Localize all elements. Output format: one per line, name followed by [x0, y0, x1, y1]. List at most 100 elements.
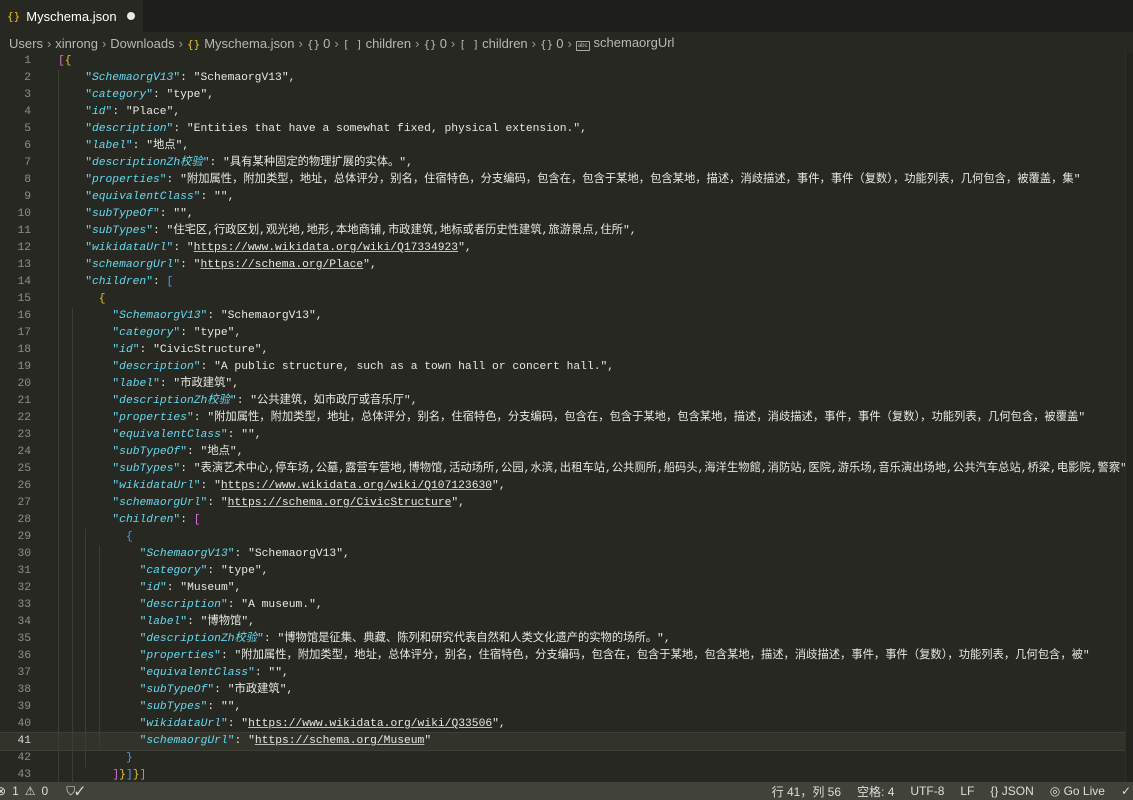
- code-line[interactable]: 8 "properties": "附加属性，附加类型，地址，总体评分，别名，住宿特…: [0, 172, 1126, 189]
- code-line[interactable]: 27 "schemaorgUrl": "https://schema.org/Ci…: [0, 495, 1126, 512]
- code-line[interactable]: 16 "SchemaorgV13": "SchemaorgV13",: [0, 308, 1126, 325]
- breadcrumb-item[interactable]: [ ] children: [459, 36, 527, 51]
- url-link[interactable]: https://schema.org/CivicStructure: [228, 497, 452, 509]
- punctuation: :: [159, 378, 174, 390]
- punctuation: :: [159, 208, 174, 220]
- cursor-position[interactable]: 行 41，列 56: [772, 783, 841, 800]
- code-line[interactable]: 14 "children": [: [0, 274, 1126, 291]
- punctuation: ": [85, 259, 92, 271]
- tab-bar: {} Myschema.json: [0, 0, 1133, 32]
- code-line[interactable]: 21 "descriptionZh校验": "公共建筑，如市政厅或音乐厅",: [0, 393, 1126, 410]
- code-line[interactable]: 38 "subTypeOf": "市政建筑",: [0, 682, 1126, 699]
- code-line[interactable]: 23 "equivalentClass": "",: [0, 427, 1126, 444]
- indent-guide: [58, 155, 59, 172]
- go-live-button[interactable]: ◎ Go Live: [1050, 784, 1105, 798]
- code-line[interactable]: 10 "subTypeOf": "",: [0, 206, 1126, 223]
- indent-guide: [98, 648, 100, 665]
- breadcrumb-item[interactable]: abc schemaorgUrl: [575, 35, 674, 51]
- code-line[interactable]: 19 "description": "A public structure, su…: [0, 359, 1126, 376]
- url-link[interactable]: https://schema.org/Museum: [255, 735, 424, 747]
- code-line[interactable]: 35 "descriptionZh校验": "博物馆是征集、典藏、陈列和研究代表自…: [0, 631, 1126, 648]
- line-number: 4: [24, 106, 31, 118]
- code-line[interactable]: 34 "label": "博物馆",: [0, 614, 1126, 631]
- code-editor[interactable]: 1[{2 "SchemaorgV13": "SchemaorgV13", 3 "cat…: [0, 53, 1126, 782]
- code-line[interactable]: 39 "subTypes": "",: [0, 699, 1126, 716]
- url-link[interactable]: https://www.wikidata.org/wiki/Q33506: [248, 718, 492, 730]
- error-count[interactable]: 1: [12, 784, 19, 798]
- json-key: id: [146, 582, 160, 594]
- code-line[interactable]: 31 "category": "type",: [0, 563, 1126, 580]
- vertical-scrollbar[interactable]: [1125, 53, 1133, 782]
- go-live-label: Go Live: [1063, 784, 1105, 798]
- code-line[interactable]: 15 {: [0, 291, 1126, 308]
- breadcrumb-item[interactable]: {} 0: [423, 36, 446, 51]
- code-line[interactable]: 32 "id": "Museum",: [0, 580, 1126, 597]
- shield-check-icon[interactable]: ⛉✓: [66, 784, 84, 799]
- json-string-value: 住宅区,行政区划,观光地,地形,本地商铺,市政建筑,地标或者历史性建筑,旅游景点…: [173, 225, 623, 237]
- error-icon[interactable]: ⊗: [0, 784, 6, 798]
- code-line[interactable]: 11 "subTypes": "住宅区,行政区划,观光地,地形,本地商铺,市政建筑…: [0, 223, 1126, 240]
- indent-guide: [58, 172, 59, 189]
- code-line[interactable]: 12 "wikidataUrl": "https://www.wikidata.o…: [0, 240, 1126, 257]
- code-line[interactable]: 36 "properties": "附加属性，附加类型，地址，总体评分，别名，住宿…: [0, 648, 1126, 665]
- code-line[interactable]: 25 "subTypes": "表演艺术中心,停车场,公墓,露营车营地,博物馆,活…: [0, 461, 1126, 478]
- url-link[interactable]: https://schema.org/Place: [200, 259, 363, 271]
- code-line[interactable]: 7 "descriptionZh校验": "具有某种固定的物理扩展的实体。",: [0, 155, 1126, 172]
- breadcrumb-item[interactable]: Downloads: [110, 36, 174, 51]
- code-line[interactable]: 29 {: [0, 529, 1126, 546]
- line-number: 34: [17, 616, 31, 628]
- breadcrumb-item[interactable]: Users: [9, 36, 43, 51]
- code-line[interactable]: 33 "description": "A museum.",: [0, 597, 1126, 614]
- url-link[interactable]: https://www.wikidata.org/wiki/Q107123630: [221, 480, 492, 492]
- code-line[interactable]: 6 "label": "地点",: [0, 138, 1126, 155]
- breadcrumb-item[interactable]: {} 0: [540, 36, 563, 51]
- warning-icon[interactable]: ⚠: [25, 784, 36, 798]
- code-line[interactable]: 43]}]}]: [0, 767, 1126, 782]
- code-line[interactable]: 13 "schemaorgUrl": "https://schema.org/Pl…: [0, 257, 1126, 274]
- code-line[interactable]: 20 "label": "市政建筑",: [0, 376, 1126, 393]
- encoding[interactable]: UTF-8: [910, 784, 944, 798]
- breadcrumb-item[interactable]: {} 0: [307, 36, 330, 51]
- code-line[interactable]: 40 "wikidataUrl": "https://www.wikidata.o…: [0, 716, 1126, 733]
- punctuation: ": [254, 344, 262, 356]
- code-line[interactable]: 18 "id": "CivicStructure",: [0, 342, 1126, 359]
- breadcrumb-item[interactable]: {} Myschema.json: [187, 36, 295, 51]
- code-line[interactable]: 5 "description": "Entities that have a so…: [0, 121, 1126, 138]
- code-line[interactable]: 17 "category": "type",: [0, 325, 1126, 342]
- punctuation: :: [207, 701, 221, 713]
- code-line[interactable]: 37 "equivalentClass": "",: [0, 665, 1126, 682]
- code-line[interactable]: 30 "SchemaorgV13": "SchemaorgV13",: [0, 546, 1126, 563]
- code-line[interactable]: 26 "wikidataUrl": "https://www.wikidata.o…: [0, 478, 1126, 495]
- indent-guide: [98, 597, 100, 614]
- code-line[interactable]: 41 "schemaorgUrl": "https://schema.org/Mu…: [0, 732, 1126, 751]
- code-line[interactable]: 28 "children": [: [0, 512, 1126, 529]
- code-line[interactable]: 4 "id": "Place",: [0, 104, 1126, 121]
- code-line[interactable]: 42}: [0, 750, 1126, 767]
- json-string-value: type: [173, 89, 201, 101]
- json-key: equivalentClass: [119, 429, 221, 441]
- code-line[interactable]: 1 [{: [0, 53, 1126, 70]
- indentation[interactable]: 空格: 4: [857, 783, 894, 800]
- code-line[interactable]: 3 "category": "type",: [0, 87, 1126, 104]
- punctuation: ,: [234, 327, 242, 339]
- punctuation: :: [227, 429, 242, 441]
- code-line[interactable]: 22 "properties": "附加属性，附加类型，地址，总体评分，别名，住宿…: [0, 410, 1126, 427]
- indent-guide: [98, 665, 100, 682]
- code-line[interactable]: 9 "equivalentClass": "",: [0, 189, 1126, 206]
- punctuation: ": [193, 480, 201, 492]
- url-link[interactable]: https://www.wikidata.org/wiki/Q17334923: [194, 242, 458, 254]
- code-content: "children": [: [112, 512, 200, 529]
- tab-myschema-json[interactable]: {} Myschema.json: [0, 0, 143, 32]
- code-line[interactable]: 24 "subTypeOf": "地点",: [0, 444, 1126, 461]
- breadcrumb-item[interactable]: [ ] children: [343, 36, 411, 51]
- punctuation: ": [132, 344, 140, 356]
- language-mode[interactable]: {} JSON: [990, 784, 1033, 798]
- json-key: subTypeOf: [91, 208, 153, 220]
- unsaved-dot-icon[interactable]: [126, 12, 135, 20]
- end-of-line[interactable]: LF: [960, 784, 974, 798]
- breadcrumb-item[interactable]: xinrong: [55, 36, 98, 51]
- code-line[interactable]: 2 "SchemaorgV13": "SchemaorgV13",: [0, 70, 1126, 87]
- code-content: "subTypeOf": "",: [85, 206, 193, 223]
- notifications-icon[interactable]: ✓: [1121, 784, 1131, 798]
- warning-count[interactable]: 0: [42, 784, 49, 798]
